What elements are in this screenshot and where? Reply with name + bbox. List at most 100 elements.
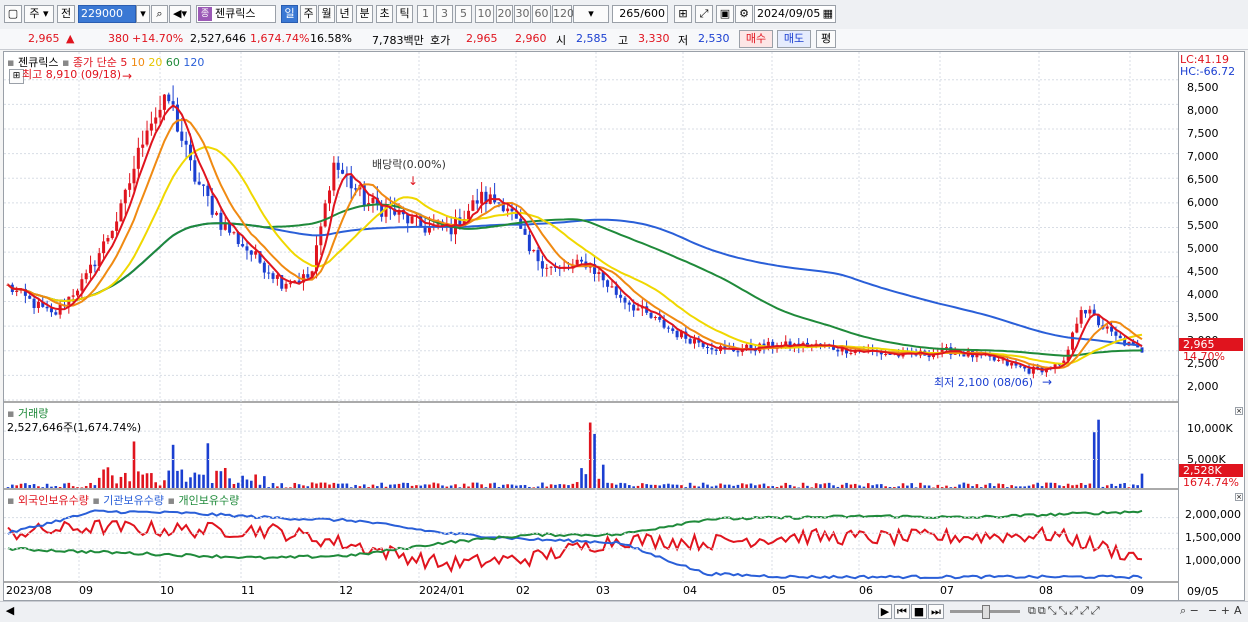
forward-button[interactable]: ⏭	[928, 604, 944, 619]
volume-bar	[754, 485, 757, 488]
period-tab-5[interactable]: 초	[376, 5, 393, 23]
volume-bar	[246, 480, 249, 488]
candle-body	[250, 251, 253, 255]
chart-svg[interactable]: →↓→	[4, 52, 1178, 600]
stock-code-input[interactable]: 229000	[78, 5, 136, 23]
volume-bar	[606, 483, 609, 488]
volume-bar	[441, 485, 444, 488]
evaluation-button[interactable]: 평	[816, 30, 836, 48]
volume-bar	[632, 486, 635, 488]
interval-button-30[interactable]: 30	[514, 5, 531, 23]
candle-body	[133, 169, 136, 183]
interval-dropdown[interactable]: ▾	[573, 5, 609, 23]
zoom-out-icon[interactable]: ⌕ −	[1180, 604, 1199, 618]
window-icon[interactable]: ▢	[4, 5, 22, 23]
interval-button-20[interactable]: 20	[496, 5, 513, 23]
candle-body	[736, 351, 739, 352]
chart-tool-icon[interactable]: ⊞	[674, 5, 692, 23]
period-tab-6[interactable]: 틱	[396, 5, 413, 23]
holdings-panel-close[interactable]: ×	[1235, 493, 1243, 501]
volume-bar	[545, 487, 548, 488]
period-tab-3[interactable]: 년	[336, 5, 353, 23]
zoom-slider-handle[interactable]	[982, 605, 990, 619]
volume-bar	[558, 484, 561, 488]
auto-scale-button[interactable]: A	[1234, 604, 1242, 617]
candle-body	[497, 202, 500, 203]
volume-bar	[884, 486, 887, 488]
candle-body	[658, 317, 661, 320]
period-tab-4[interactable]: 분	[356, 5, 373, 23]
draw-tool-icon[interactable]: ⤢	[695, 5, 713, 23]
holdings-line-2	[8, 511, 1142, 559]
save-icon[interactable]: ▣	[716, 5, 734, 23]
sell-button[interactable]: 매도	[777, 30, 811, 48]
volume-bar	[984, 485, 987, 488]
volume-bar	[485, 487, 488, 488]
volume-bar	[207, 443, 210, 488]
volume-panel-close[interactable]: ×	[1235, 407, 1243, 415]
candle-body	[1084, 310, 1087, 313]
rewind-button[interactable]: ⏮	[894, 604, 910, 619]
bid-label: 호가	[430, 32, 450, 48]
open-label: 시	[556, 32, 566, 48]
volume-bar	[320, 483, 323, 488]
scroll-right-button[interactable]: ▶	[878, 604, 892, 619]
ma-period-5: 5	[120, 56, 127, 69]
period-tab-2[interactable]: 월	[318, 5, 335, 23]
volume-bar	[68, 483, 71, 488]
date-input[interactable]: 2024/09/05▦	[754, 5, 836, 23]
zoom-in-icon[interactable]: − +	[1208, 604, 1230, 617]
volume-bar	[337, 484, 340, 488]
candle-body	[615, 286, 618, 294]
holdings-legend: ▪ 외국인보유수량 ▪ 기관보유수량 ▪ 개인보유수량	[7, 492, 239, 508]
candle-body	[172, 101, 175, 104]
interval-button-10[interactable]: 10	[475, 5, 494, 23]
interval-button-120[interactable]: 120	[552, 5, 572, 23]
candle-body	[241, 244, 244, 246]
candle-body	[159, 110, 162, 118]
calendar-icon[interactable]: ▦	[823, 6, 833, 22]
change-percent: +14.70%	[132, 32, 183, 45]
volume-bar	[380, 483, 383, 488]
interval-button-5[interactable]: 5	[455, 5, 472, 23]
candle-body	[263, 263, 266, 273]
candle-body	[650, 313, 653, 318]
interval-button-3[interactable]: 3	[436, 5, 453, 23]
volume-bar	[702, 483, 705, 488]
code-dropdown-button[interactable]: ▾	[136, 5, 150, 23]
volume-bar	[654, 485, 657, 488]
hc-value: HC:-66.72	[1180, 65, 1235, 78]
interval-button-60[interactable]: 60	[532, 5, 551, 23]
volume-bar	[98, 478, 101, 488]
interval-button-1[interactable]: 1	[417, 5, 434, 23]
speaker-icon[interactable]: ◀▾	[169, 5, 191, 23]
prev-button[interactable]: 전	[57, 5, 75, 23]
right-axis: LC:41.19 HC:-66.72 8,5008,0007,5007,0006…	[1179, 51, 1245, 601]
volume-bar	[376, 486, 379, 488]
volume-bar	[602, 465, 605, 488]
buy-button[interactable]: 매수	[739, 30, 773, 48]
count-input[interactable]: 265/600	[612, 5, 668, 23]
ma-period-20: 20	[148, 56, 162, 69]
scroll-left-button[interactable]: ◀	[3, 604, 17, 619]
chart-area[interactable]: →↓→ ▪ 젠큐릭스 ▪ 종가 단순 5 10 20 60 120 ⊞ 최고 8…	[3, 51, 1179, 601]
settings-icon[interactable]: ⚙	[735, 5, 753, 23]
volume-bar	[133, 441, 136, 488]
period-tab-1[interactable]: 주	[300, 5, 317, 23]
volume-bar	[589, 423, 592, 488]
volume-bar	[854, 484, 857, 488]
stop-button[interactable]: ■	[911, 604, 927, 619]
search-icon[interactable]: ⌕	[151, 5, 168, 23]
volume-bar	[233, 484, 236, 488]
stock-name-field[interactable]: 종 젠큐릭스	[196, 5, 276, 23]
candle-body	[76, 291, 79, 296]
x-axis-label: 10	[160, 584, 174, 597]
volume-bar	[806, 486, 809, 488]
volume-bar	[72, 486, 75, 488]
candle-body	[198, 182, 201, 185]
view-tool-icons[interactable]: ⧉⧉⤡⤡⤢⤢⤢	[1028, 604, 1102, 618]
market-select[interactable]: 주 ▾	[24, 5, 54, 23]
volume-bar	[1080, 483, 1083, 488]
volume-bar	[784, 483, 787, 488]
period-tab-0[interactable]: 일	[281, 5, 298, 23]
